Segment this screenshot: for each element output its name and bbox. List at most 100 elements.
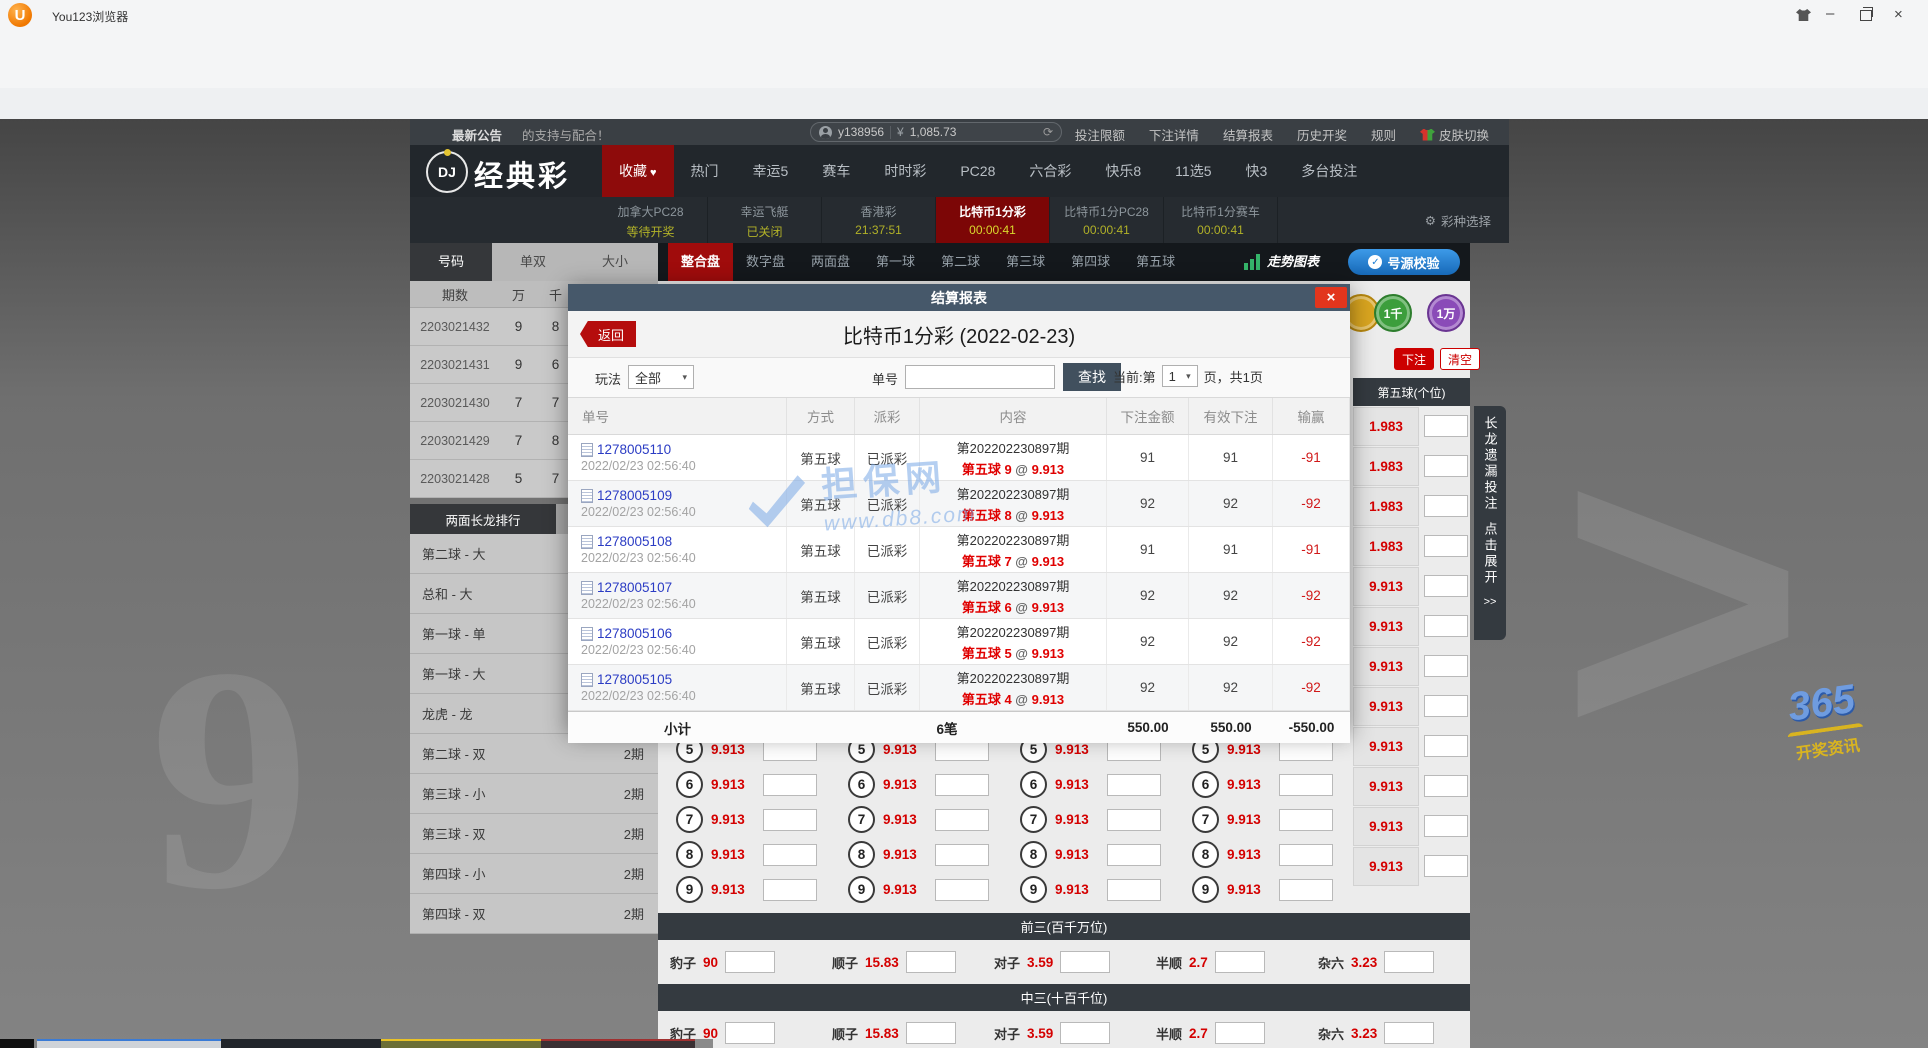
bet-input[interactable] — [763, 879, 817, 901]
chip-10k[interactable]: 1万 — [1427, 294, 1465, 332]
odds-value[interactable]: 15.83 — [865, 1026, 899, 1041]
bet-input[interactable] — [1424, 815, 1468, 837]
odds-value[interactable]: 1.983 — [1353, 527, 1419, 566]
bet-input[interactable] — [1424, 495, 1468, 517]
order-link[interactable]: 1278005105 — [581, 672, 672, 687]
bet-input[interactable] — [1215, 1022, 1265, 1044]
bet-input[interactable] — [1384, 1022, 1434, 1044]
ball-number[interactable]: 7 — [1020, 806, 1047, 833]
ball-number[interactable]: 8 — [676, 841, 703, 868]
bet-input[interactable] — [1279, 844, 1333, 866]
bet-input[interactable] — [763, 809, 817, 831]
bet-input[interactable] — [935, 809, 989, 831]
dragon-row[interactable]: 第四球 - 小 2期 — [410, 854, 658, 894]
dragon-row[interactable]: 第三球 - 小 2期 — [410, 774, 658, 814]
bet-input[interactable] — [935, 844, 989, 866]
nav-item[interactable]: 赛车 — [805, 145, 867, 197]
bet-input[interactable] — [1279, 774, 1333, 796]
link-bet-detail[interactable]: 下注详情 — [1149, 125, 1199, 144]
window-fragment[interactable] — [541, 1039, 695, 1048]
order-link[interactable]: 1278005110 — [581, 442, 671, 457]
bet-input[interactable] — [1424, 735, 1468, 757]
bet-input[interactable] — [763, 774, 817, 796]
bet-input[interactable] — [1424, 575, 1468, 597]
bet-input[interactable] — [1107, 879, 1161, 901]
left-tab[interactable]: 号码 — [410, 243, 492, 281]
nav-item[interactable]: 时时彩 — [867, 145, 943, 197]
trend-chart-button[interactable]: 走势图表 — [1244, 251, 1319, 270]
order-id[interactable]: 1278005110 — [597, 442, 671, 457]
window-fragment[interactable] — [37, 1039, 221, 1048]
link-skin[interactable]: 皮肤切换 — [1420, 125, 1489, 144]
dragon-miss-side-panel[interactable]: 长龙遗漏投注 点击展开 >> — [1474, 406, 1506, 640]
play-select[interactable]: 全部 ▾ — [628, 365, 694, 389]
bet-input[interactable] — [1107, 844, 1161, 866]
bet-input[interactable] — [1107, 774, 1161, 796]
order-link[interactable]: 1278005109 — [581, 488, 672, 503]
bet-input[interactable] — [763, 844, 817, 866]
bet-input[interactable] — [906, 951, 956, 973]
bet-input[interactable] — [1424, 615, 1468, 637]
restore-button[interactable] — [1860, 10, 1872, 21]
favorite-lottery-cell[interactable]: 香港彩 21:37:51 — [822, 197, 936, 243]
odds-value[interactable]: 9.913 — [1353, 847, 1419, 886]
favorite-lottery-cell[interactable]: 比特币1分PC28 00:00:41 — [1050, 197, 1164, 243]
link-history[interactable]: 历史开奖 — [1297, 125, 1347, 144]
nav-item[interactable]: 热门 — [674, 145, 736, 197]
ball-number[interactable]: 9 — [1192, 876, 1219, 903]
odds-value[interactable]: 9.913 — [1353, 607, 1419, 646]
verify-source-button[interactable]: ✓ 号源校验 — [1348, 249, 1460, 275]
select-lottery-button[interactable]: ⚙ 彩种选择 — [1425, 211, 1491, 230]
odds-value[interactable]: 15.83 — [865, 955, 899, 970]
ball-number[interactable]: 7 — [848, 806, 875, 833]
ball-number[interactable]: 6 — [1020, 771, 1047, 798]
order-id[interactable]: 1278005109 — [597, 488, 672, 503]
order-link[interactable]: 1278005107 — [581, 580, 672, 595]
favorite-lottery-cell[interactable]: 比特币1分彩 00:00:41 — [936, 197, 1050, 243]
favorite-lottery-cell[interactable]: 加拿大PC28 等待开奖 — [594, 197, 708, 243]
odds-value[interactable]: 9.913 — [1353, 647, 1419, 686]
board-tab[interactable]: 整合盘 — [668, 243, 733, 281]
back-button[interactable]: 返回 — [580, 321, 636, 347]
nav-item[interactable]: 六合彩 — [1012, 145, 1088, 197]
favorite-lottery-cell[interactable]: 幸运飞艇 已关闭 — [708, 197, 822, 243]
board-tab[interactable]: 第三球 — [993, 243, 1058, 281]
odds-value[interactable]: 1.983 — [1353, 447, 1419, 486]
minimize-button[interactable]: – — [1826, 5, 1834, 22]
nav-item[interactable]: 多台投注 — [1284, 145, 1374, 197]
dragon-row[interactable]: 第四球 - 双 2期 — [410, 894, 658, 934]
odds-value[interactable]: 9.913 — [1353, 727, 1419, 766]
bet-input[interactable] — [1279, 879, 1333, 901]
window-fragment[interactable] — [381, 1039, 541, 1048]
odds-value[interactable]: 3.23 — [1351, 1026, 1377, 1041]
odds-value[interactable]: 3.59 — [1027, 1026, 1053, 1041]
odds-value[interactable]: 90 — [703, 955, 718, 970]
odds-value[interactable]: 9.913 — [1353, 567, 1419, 606]
refresh-balance-icon[interactable]: ⟳ — [1043, 125, 1053, 139]
ball-number[interactable]: 9 — [848, 876, 875, 903]
ball-number[interactable]: 8 — [1192, 841, 1219, 868]
odds-value[interactable]: 2.7 — [1189, 1026, 1208, 1041]
order-id[interactable]: 1278005108 — [597, 534, 672, 549]
bet-input[interactable] — [1107, 809, 1161, 831]
ball-number[interactable]: 6 — [676, 771, 703, 798]
clear-button[interactable]: 清空 — [1440, 348, 1480, 370]
window-fragment[interactable] — [221, 1039, 381, 1048]
chip-1k[interactable]: 1千 — [1374, 294, 1412, 332]
favorite-lottery-cell[interactable]: 比特币1分赛车 00:00:41 — [1164, 197, 1278, 243]
dragon-tab[interactable]: 两面长龙排行 — [410, 504, 556, 534]
bet-input[interactable] — [1060, 1022, 1110, 1044]
ball-number[interactable]: 9 — [1020, 876, 1047, 903]
ball-number[interactable]: 8 — [1020, 841, 1047, 868]
bet-input[interactable] — [1279, 809, 1333, 831]
bet-input[interactable] — [725, 1022, 775, 1044]
order-input[interactable] — [905, 365, 1055, 389]
board-tab[interactable]: 第一球 — [863, 243, 928, 281]
board-tab[interactable]: 两面盘 — [798, 243, 863, 281]
skin-shirt-icon[interactable] — [1796, 9, 1811, 21]
window-fragment[interactable] — [695, 1039, 713, 1048]
nav-item[interactable]: 11选5 — [1158, 145, 1228, 197]
bet-input[interactable] — [1424, 455, 1468, 477]
odds-value[interactable]: 9.913 — [1353, 767, 1419, 806]
ball-number[interactable]: 9 — [676, 876, 703, 903]
